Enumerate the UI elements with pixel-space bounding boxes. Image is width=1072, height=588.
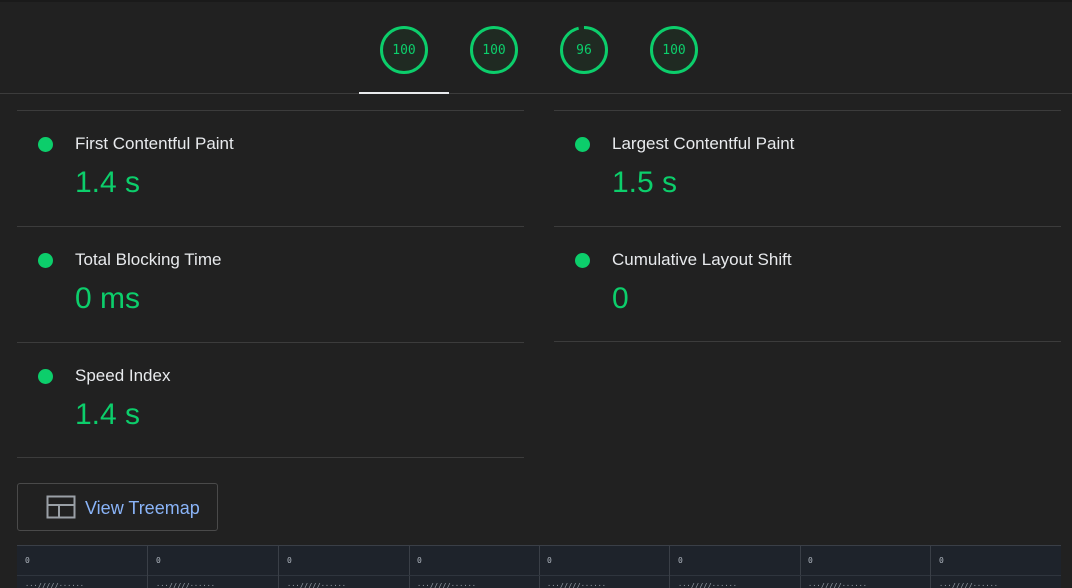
frame-divider [409,575,539,576]
metric-title: Total Blocking Time [75,250,222,269]
divider [554,341,1061,342]
metric-value: 1.4 s [75,166,141,199]
frame-divider [670,575,800,576]
metric-value: 0 ms [75,282,141,315]
metric-title: Speed Index [75,366,171,385]
view-treemap-button[interactable]: View Treemap [17,483,218,531]
frame-text: ···/////······ [547,582,607,588]
frame-number: 0 [25,556,30,565]
metric-largest-contentful-paint: Largest Contentful Paint 1.5 s [554,110,1061,226]
metric-first-contentful-paint: First Contentful Paint 1.4 s [17,110,524,226]
metric-cumulative-layout-shift: Cumulative Layout Shift 0 [554,226,1061,342]
frame-text: ···/////······ [678,582,738,588]
filmstrip-frame: 0 ···/////······ [670,546,801,588]
frame-number: 0 [939,556,944,565]
frame-text: ···/////······ [287,582,347,588]
divider [17,342,524,343]
frame-number: 0 [156,556,161,565]
frame-text: ···/////······ [25,582,85,588]
metric-title: Cumulative Layout Shift [612,250,792,269]
pass-indicator-icon [38,137,53,152]
frame-text: ···/////······ [417,582,477,588]
frame-number: 0 [547,556,552,565]
gauge-performance[interactable]: 100 [380,26,428,74]
filmstrip-frame: 0 ···/////······ [800,546,931,588]
divider [17,226,524,227]
pass-indicator-icon [575,253,590,268]
filmstrip-frame: 0 ···/////······ [17,546,148,588]
metric-speed-index: Speed Index 1.4 s [17,342,524,458]
gauge-best-practices-score: 96 [576,42,592,58]
gauge-accessibility-score: 100 [482,42,506,58]
divider [17,110,524,111]
filmstrip-frame: 0 ···/////······ [409,546,540,588]
gauge-accessibility[interactable]: 100 [470,26,518,74]
divider [17,457,524,458]
gauge-best-practices[interactable]: 96 [560,26,608,74]
frame-number: 0 [287,556,292,565]
metric-title: First Contentful Paint [75,134,234,153]
metric-total-blocking-time: Total Blocking Time 0 ms [17,226,524,342]
divider [554,110,1061,111]
frame-divider [931,575,1061,576]
frame-number: 0 [417,556,422,565]
metric-value: 1.4 s [75,398,141,431]
active-gauge-underline [359,92,449,94]
frame-number: 0 [808,556,813,565]
frame-divider [148,575,278,576]
frame-number: 0 [678,556,683,565]
gauge-seo[interactable]: 100 [650,26,698,74]
metric-value: 0 [612,282,629,315]
filmstrip-frame: 0 ···/////······ [279,546,410,588]
divider [554,226,1061,227]
category-gauges-bar: 100 100 96 100 [0,0,1072,94]
metric-value: 1.5 s [612,166,678,199]
frame-divider [800,575,930,576]
frame-text: ···/////······ [156,582,216,588]
pass-indicator-icon [38,369,53,384]
pass-indicator-icon [575,137,590,152]
filmstrip: 0 ···/////······ 0 ···/////······ 0 ···/… [17,545,1061,588]
pass-indicator-icon [38,253,53,268]
frame-text: ···/////······ [808,582,868,588]
treemap-icon [46,495,76,524]
filmstrip-frame: 0 ···/////······ [539,546,670,588]
frame-divider [279,575,409,576]
metric-title: Largest Contentful Paint [612,134,795,153]
frame-text: ···/////······ [939,582,999,588]
filmstrip-frame: 0 ···/////······ [148,546,279,588]
filmstrip-frame: 0 ···/////······ [931,546,1061,588]
gauge-seo-score: 100 [662,42,686,58]
frame-divider [17,575,147,576]
frame-divider [539,575,669,576]
view-treemap-label: View Treemap [85,498,200,518]
gauge-performance-score: 100 [392,42,416,58]
top-edge [0,0,1072,2]
